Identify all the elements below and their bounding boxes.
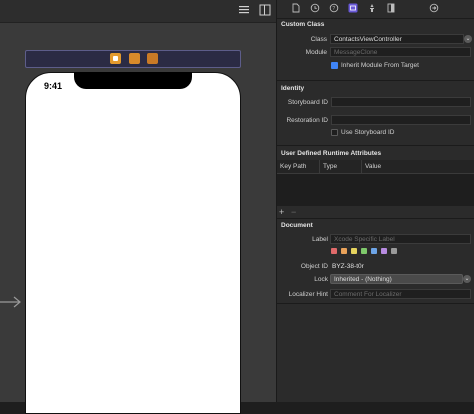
svg-text:?: ? xyxy=(332,6,335,12)
status-bar-time: 9:41 xyxy=(44,81,63,91)
connections-icon[interactable] xyxy=(429,3,439,13)
storyboard-id-label: Storyboard ID xyxy=(287,99,328,106)
column-divider xyxy=(319,160,320,173)
label-color-swatch[interactable] xyxy=(391,248,397,254)
lock-label: Lock xyxy=(314,276,328,283)
document-label-label: Label xyxy=(312,236,328,243)
storyboard-id-field[interactable] xyxy=(331,97,471,107)
list-icon[interactable] xyxy=(238,4,250,16)
storyboard-canvas[interactable]: 9:41 xyxy=(0,0,276,414)
runtime-attributes-title: User Defined Runtime Attributes xyxy=(281,150,382,157)
size-icon[interactable] xyxy=(386,3,396,13)
label-color-swatch[interactable] xyxy=(371,248,377,254)
identity-title: Identity xyxy=(281,85,305,92)
localizer-hint-field[interactable]: Comment For Localizer xyxy=(330,289,471,299)
class-dropdown-icon[interactable]: ⌄ xyxy=(464,35,472,43)
label-color-swatch[interactable] xyxy=(331,248,337,254)
object-id-value: BYZ-38-t0r xyxy=(332,263,364,270)
label-color-swatch[interactable] xyxy=(361,248,367,254)
device-notch xyxy=(74,72,192,89)
identity-inspector: ? Custom Class Class ContactsViewControl… xyxy=(276,0,474,402)
column-value[interactable]: Value xyxy=(365,163,381,170)
lock-popup[interactable]: Inherited - (Nothing) xyxy=(330,274,463,284)
object-id-label: Object ID xyxy=(300,263,328,270)
exit-icon[interactable] xyxy=(147,53,158,64)
scene-dock[interactable] xyxy=(25,50,241,68)
device-screen[interactable]: 9:41 xyxy=(25,72,241,414)
canvas-toolbar xyxy=(0,0,276,23)
document-title: Document xyxy=(281,222,313,229)
column-key-path[interactable]: Key Path xyxy=(280,163,306,170)
document-label-field[interactable]: Xcode Specific Label xyxy=(330,234,471,244)
inherit-module-checkbox[interactable] xyxy=(331,62,338,69)
custom-class-title: Custom Class xyxy=(281,21,325,28)
column-divider xyxy=(361,160,362,173)
runtime-attributes-header: Key Path Type Value xyxy=(277,160,474,174)
view-controller-icon[interactable] xyxy=(110,53,121,64)
column-type[interactable]: Type xyxy=(323,163,337,170)
module-field[interactable]: MessageClone xyxy=(330,47,471,57)
label-color-swatch[interactable] xyxy=(381,248,387,254)
restoration-id-field[interactable] xyxy=(331,115,471,125)
label-color-swatch[interactable] xyxy=(341,248,347,254)
use-storyboard-id-label: Use Storyboard ID xyxy=(341,129,395,136)
section-divider xyxy=(277,80,474,81)
class-field[interactable]: ContactsViewController xyxy=(330,34,464,44)
add-attribute-button[interactable]: + xyxy=(279,207,284,217)
restoration-id-label: Restoration ID xyxy=(286,117,328,124)
history-icon[interactable] xyxy=(310,3,320,13)
identity-icon[interactable] xyxy=(348,3,358,13)
module-label: Module xyxy=(305,49,327,56)
attributes-icon[interactable] xyxy=(367,3,377,13)
entry-point-arrow-icon[interactable] xyxy=(0,296,22,308)
section-divider xyxy=(277,303,474,304)
runtime-attributes-table[interactable] xyxy=(277,174,474,206)
inspector-tab-bar: ? xyxy=(277,0,474,19)
class-label: Class xyxy=(310,36,327,43)
localizer-hint-label: Localizer Hint xyxy=(288,291,328,298)
first-responder-icon[interactable] xyxy=(129,53,140,64)
lock-dropdown-icon[interactable]: ⌄ xyxy=(463,275,471,283)
file-icon[interactable] xyxy=(291,3,301,13)
section-divider xyxy=(277,218,474,219)
label-color-swatch[interactable] xyxy=(351,248,357,254)
help-icon[interactable]: ? xyxy=(329,3,339,13)
use-storyboard-id-checkbox[interactable] xyxy=(331,129,338,136)
section-divider xyxy=(277,145,474,146)
inherit-module-label: Inherit Module From Target xyxy=(341,62,419,69)
remove-attribute-button[interactable]: − xyxy=(291,207,296,217)
split-view-icon[interactable] xyxy=(259,4,271,16)
